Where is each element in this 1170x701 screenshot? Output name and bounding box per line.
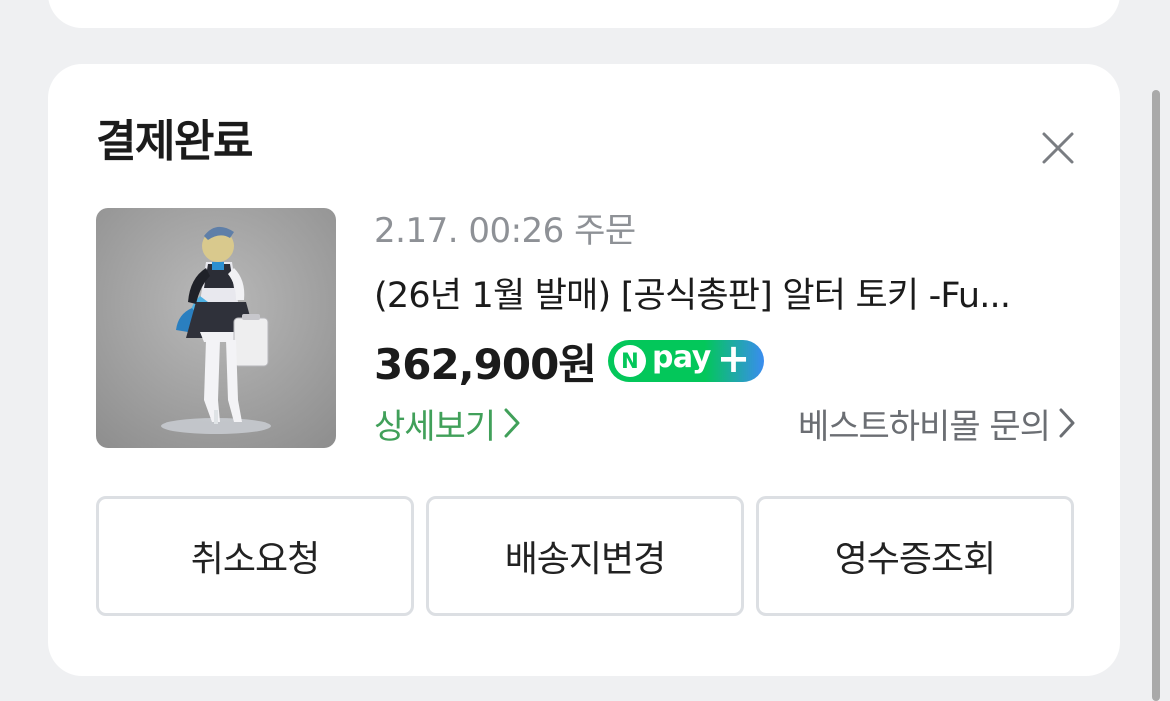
npay-plus-badge: N pay + xyxy=(607,336,764,382)
order-info: 2.17. 00:26 주문 (26년 1월 발매) [공식총판] 알터 토키 … xyxy=(374,208,1076,448)
npay-n-icon: N xyxy=(613,345,646,377)
view-receipt-button[interactable]: 영수증조회 xyxy=(756,496,1074,616)
product-thumbnail[interactable] xyxy=(96,208,336,448)
chevron-right-icon xyxy=(1059,408,1075,438)
previous-card xyxy=(48,0,1120,28)
order-date: 2.17. 00:26 주문 xyxy=(374,211,636,251)
seller-inquiry-label: 베스트하비몰 문의 xyxy=(797,406,1051,447)
detail-link[interactable]: 상세보기 xyxy=(374,399,521,448)
page: 결제완료 2.17. 00:26 주문 (26년 1월 발매) [공식총판] 알… xyxy=(0,0,1170,701)
order-card: 결제완료 2.17. 00:26 주문 (26년 1월 발매) [공식총판] 알… xyxy=(48,64,1120,676)
links-row: 상세보기 베스트하비몰 문의 xyxy=(374,398,1076,448)
seller-inquiry-link[interactable]: 베스트하비몰 문의 xyxy=(798,399,1076,448)
change-address-button[interactable]: 배송지변경 xyxy=(426,496,744,616)
order-actions: 취소요청 배송지변경 영수증조회 xyxy=(96,496,1074,616)
npay-text: pay xyxy=(651,340,711,375)
close-icon xyxy=(1042,132,1074,164)
chevron-right-icon xyxy=(504,408,520,438)
product-name[interactable]: (26년 1월 발매) [공식총판] 알터 토키 -Fu... xyxy=(374,272,1076,320)
order-status-title: 결제완료 xyxy=(96,116,253,167)
price: 362,900원 xyxy=(374,339,597,389)
scrollbar[interactable] xyxy=(1152,90,1160,701)
plus-icon: + xyxy=(716,336,751,382)
cancel-request-button[interactable]: 취소요청 xyxy=(96,496,414,616)
detail-link-label: 상세보기 xyxy=(374,406,496,447)
price-row: 362,900원 N pay + xyxy=(374,334,1076,389)
figure-image xyxy=(96,208,336,448)
close-button[interactable] xyxy=(1038,128,1078,168)
